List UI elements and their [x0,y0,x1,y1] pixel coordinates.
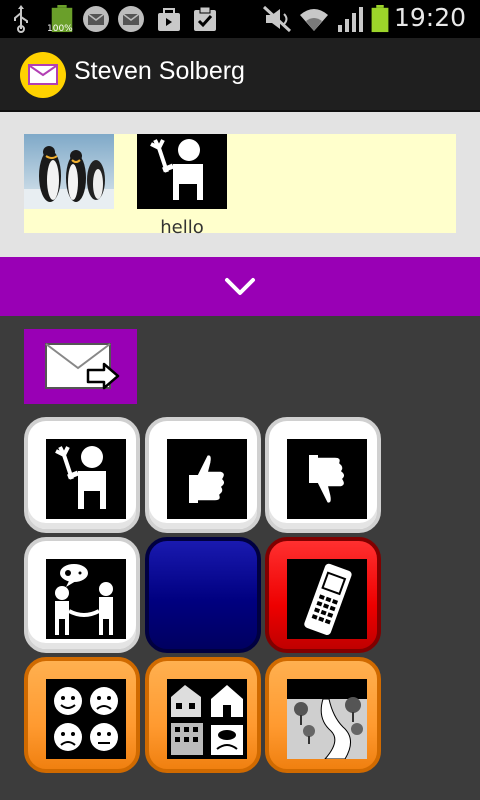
thumbs-down-icon [287,439,367,519]
message-item-photo[interactable] [24,134,114,213]
chevron-down-icon [225,278,255,295]
feelings-faces-icon [46,679,126,759]
envelope-app-icon[interactable] [20,52,66,98]
wifi-icon [300,9,328,31]
status-time: 19:20 [393,3,466,32]
bag-icon [158,8,180,31]
mail-notification-icon [118,6,144,32]
signal-icon [338,7,363,32]
tile-feelings[interactable] [24,657,140,773]
outdoors-path-icon [287,679,367,759]
tile-thumbs-down[interactable] [265,417,381,533]
places-icon [167,679,247,759]
collapse-toggle-bar[interactable] [0,257,480,316]
send-button[interactable] [24,329,137,404]
tile-conversation[interactable] [24,537,140,653]
action-bar: Steven Solberg [0,38,480,112]
contact-title: Steven Solberg [74,57,245,85]
battery-icon [371,5,389,33]
message-strip[interactable]: hello [24,134,456,238]
message-area: hello [0,112,480,257]
penguins-photo [24,134,114,209]
mail-notification-icon [83,6,109,32]
thumbs-up-icon [167,439,247,519]
usb-icon [14,5,28,33]
tile-places[interactable] [145,657,261,773]
send-envelope-icon [45,343,120,390]
tile-hello[interactable] [24,417,140,533]
battery-percent-label: 100% [47,24,73,34]
tile-mobile-phone[interactable] [265,537,381,653]
status-bar: 100% 19:20 [0,0,480,38]
symbol-board [0,316,480,800]
hello-wave-icon [46,439,126,519]
hello-wave-icon [137,134,227,209]
mobile-phone-icon [287,559,367,639]
envelope-icon [28,64,58,85]
message-item-label: hello [160,217,204,238]
conversation-icon [46,559,126,639]
clipboard-check-icon [194,6,216,31]
tile-blank-navy[interactable] [145,537,261,653]
mute-icon [262,5,292,33]
tile-thumbs-up[interactable] [145,417,261,533]
tile-outdoors[interactable] [265,657,381,773]
message-item-symbol[interactable]: hello [137,134,227,238]
